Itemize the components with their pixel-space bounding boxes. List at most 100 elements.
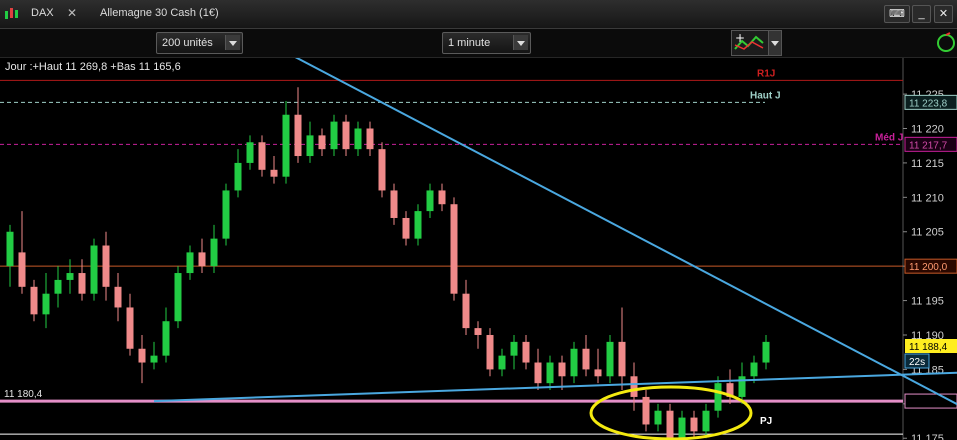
candle-body (438, 190, 446, 205)
candle-body (366, 128, 374, 150)
candle-body (102, 245, 110, 287)
y-tick-label: 11 175 (911, 433, 944, 440)
candle-body (162, 321, 170, 356)
candle-body (114, 286, 122, 308)
chevron-down-icon (771, 41, 779, 46)
candle-body (402, 217, 410, 239)
candle-body (702, 410, 710, 432)
candle-body (426, 190, 434, 212)
candle-body (258, 142, 266, 170)
level-label: R1J (757, 68, 775, 79)
symbol-label: DAX (31, 7, 54, 19)
y-tick-label: 11 215 (911, 158, 944, 170)
candle-body (222, 190, 230, 239)
trendline (294, 58, 957, 406)
candle-body (714, 383, 722, 411)
candle-body (474, 328, 482, 335)
candle-body (450, 204, 458, 294)
candle-body (582, 348, 590, 370)
candle-body (138, 348, 146, 363)
candle-body (78, 273, 86, 294)
price-tag-label: 11 180,4 (4, 389, 43, 400)
candle-body (390, 190, 398, 218)
candle-body (354, 128, 362, 150)
candle-body (30, 286, 38, 315)
candle-body (186, 252, 194, 274)
candle-body (414, 211, 422, 239)
candle-body (678, 417, 686, 439)
candle-body (126, 307, 134, 349)
indicators-icon: + (734, 31, 764, 50)
candle-body (606, 341, 614, 377)
candle-body (762, 341, 770, 363)
price-axis (903, 58, 957, 440)
candle-body (630, 376, 638, 397)
trendline (153, 371, 957, 403)
price-chart[interactable]: 11 22511 22011 21511 21011 20511 20011 1… (0, 58, 957, 440)
indicators-button[interactable]: + (731, 30, 769, 56)
price-tag-label: 11 217,7 (909, 140, 948, 151)
candle-body (90, 245, 98, 294)
level-label: PJ (760, 416, 772, 427)
candle-body (306, 135, 314, 157)
indicators-menu-button[interactable] (768, 30, 782, 56)
candle-body (54, 279, 62, 294)
candle-body (594, 369, 602, 377)
candle-body (498, 355, 506, 370)
candle-body (198, 252, 206, 267)
candle-body (750, 362, 758, 377)
candle-body (330, 121, 338, 150)
candle-body (150, 355, 158, 363)
candle-body (522, 341, 530, 363)
candle-body (174, 273, 182, 322)
candle-body (534, 362, 542, 384)
candle-body (510, 341, 518, 356)
candle-body (42, 293, 50, 315)
candle-body (342, 121, 350, 150)
chevron-down-icon (225, 35, 240, 50)
level-label: Méd J (875, 132, 903, 143)
minimize-icon[interactable]: _ (912, 5, 931, 23)
refresh-icon[interactable] (936, 32, 956, 54)
price-tag-label: 11 223,8 (909, 98, 948, 109)
candle-body (666, 410, 674, 439)
close-window-icon[interactable]: ✕ (934, 5, 953, 23)
candle-body (642, 396, 650, 425)
candle-body (282, 114, 290, 177)
units-select[interactable]: 200 unités (156, 32, 243, 54)
candle-body (18, 252, 26, 287)
close-icon[interactable]: ✕ (67, 6, 77, 20)
candle-body (546, 362, 554, 384)
title-bar: DAX ✕ Allemagne 30 Cash (1€) ⌨ _ ✕ (0, 0, 957, 29)
candle-body (234, 162, 242, 191)
interval-select-value: 1 minute (448, 37, 491, 49)
candle-body (318, 135, 326, 150)
price-tag-label: 11 200,0 (909, 262, 948, 273)
countdown-label: 22s (909, 357, 925, 368)
keyboard-icon[interactable]: ⌨ (884, 5, 910, 23)
chevron-down-icon (513, 35, 528, 50)
candle-body (654, 410, 662, 425)
last-price-label: 11 188,4 (909, 342, 948, 353)
candle-body (462, 293, 470, 329)
candle-body (378, 149, 386, 191)
candle-body (66, 273, 74, 280)
candle-body (486, 334, 494, 370)
candle-body (294, 114, 302, 157)
y-tick-label: 11 195 (911, 296, 944, 308)
candlestick-icon (5, 8, 18, 19)
candle-body (558, 362, 566, 377)
chart-toolbar: 200 unités 1 minute + (0, 29, 957, 58)
chart-info-text: Jour :+Haut 11 269,8 +Bas 11 165,6 (5, 61, 181, 73)
candle-body (570, 348, 578, 377)
candle-body (618, 341, 626, 377)
candle-body (690, 417, 698, 432)
interval-select[interactable]: 1 minute (442, 32, 531, 54)
candle-body (210, 238, 218, 267)
candle-body (6, 231, 14, 267)
candle-body (270, 169, 278, 177)
candle-body (246, 142, 254, 163)
level-label: Haut J (750, 90, 781, 101)
y-tick-label: 11 210 (911, 192, 944, 204)
y-tick-label: 11 220 (911, 124, 944, 136)
